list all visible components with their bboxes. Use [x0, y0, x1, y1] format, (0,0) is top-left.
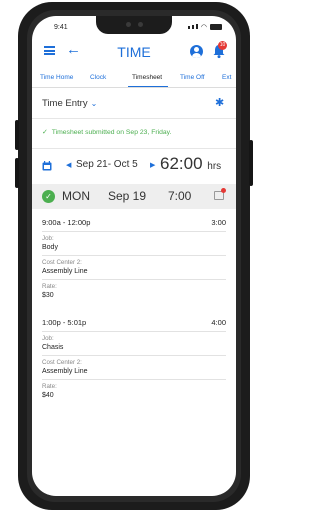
app-header: ← TIME 10 [32, 40, 236, 64]
page-title: TIME [117, 44, 151, 60]
phone-notch [96, 16, 172, 34]
divider [42, 355, 226, 356]
tab-time-home[interactable]: Time Home [40, 74, 73, 81]
section-title-label: Time Entry [42, 98, 88, 109]
tab-extra[interactable]: Ext [222, 74, 231, 81]
cost-center-value: Assembly Line [42, 368, 88, 375]
cost-center-label: Cost Center 2: [42, 259, 82, 266]
pay-period-row: ◀ Sep 21- Oct 5 ▶ 62:00 hrs [32, 150, 236, 182]
notice-text: Timesheet submitted on Sep 23, Friday. [51, 129, 172, 136]
day-date: Sep 19 [108, 189, 147, 203]
submitted-notice: ✓ Timesheet submitted on Sep 23, Friday. [42, 128, 171, 136]
rate-label: Rate: [42, 383, 57, 390]
tab-bar: Time Home Clock Timesheet Time Off Ext [32, 68, 236, 88]
battery-icon [210, 24, 222, 30]
signal-icon [187, 23, 198, 31]
check-icon: ✓ [42, 190, 55, 203]
divider [42, 255, 226, 256]
divider [42, 231, 226, 232]
divider [42, 331, 226, 332]
check-icon: ✓ [42, 129, 48, 136]
entry-hours: 3:00 [211, 218, 226, 227]
entry-time-range: 9:00a - 12:00p [42, 218, 91, 227]
tab-timesheet[interactable]: Timesheet [132, 74, 162, 81]
chevron-down-icon: ⌄ [90, 99, 98, 108]
entry-time-range: 1:00p - 5:01p [42, 318, 87, 327]
rate-value: $40 [42, 392, 54, 399]
camera-dot [126, 22, 131, 27]
entry-hours: 4:00 [211, 318, 226, 327]
next-period-button[interactable]: ▶ [150, 161, 155, 169]
notification-badge: 10 [218, 41, 227, 50]
day-header[interactable]: ✓ MON Sep 19 7:00 [32, 184, 236, 209]
divider [42, 379, 226, 380]
time-entry[interactable]: 9:00a - 12:00p 3:00 Job: Body Cost Cente… [42, 218, 226, 320]
tab-clock[interactable]: Clock [90, 74, 106, 81]
day-total: 7:00 [168, 189, 192, 203]
divider [32, 148, 236, 149]
tab-time-off[interactable]: Time Off [180, 74, 205, 81]
phone-power-button [249, 140, 253, 186]
divider [42, 279, 226, 280]
comment-indicator [221, 188, 226, 193]
status-time: 9:41 [54, 24, 68, 31]
active-tab-indicator [128, 86, 168, 87]
phone-side-button [15, 158, 19, 188]
rate-value: $30 [42, 292, 54, 299]
divider [32, 118, 236, 119]
cost-center-value: Assembly Line [42, 268, 88, 275]
day-name: MON [62, 189, 90, 203]
time-entry[interactable]: 1:00p - 5:01p 4:00 Job: Chasis Cost Cent… [42, 318, 226, 420]
period-range: Sep 21- Oct 5 [76, 159, 138, 170]
cost-center-label: Cost Center 2: [42, 359, 82, 366]
job-value: Body [42, 244, 58, 251]
calendar-icon[interactable] [42, 161, 52, 171]
rate-label: Rate: [42, 283, 57, 290]
wifi-icon: ◠ [200, 24, 207, 31]
user-icon[interactable] [190, 45, 203, 58]
phone-side-button [15, 120, 19, 150]
job-label: Job: [42, 235, 54, 242]
previous-period-button[interactable]: ◀ [66, 161, 71, 169]
period-total-value: 62:00 [160, 154, 203, 173]
phone-screen: 9:41 ◠ ← TIME 10 Time Home Clock Timeshe… [32, 16, 236, 496]
job-label: Job: [42, 335, 54, 342]
time-entry-dropdown[interactable]: Time Entry ⌄ [42, 98, 97, 109]
sensor-dot [138, 22, 143, 27]
job-value: Chasis [42, 344, 64, 351]
period-total-unit: hrs [207, 161, 222, 172]
gear-icon[interactable]: ✱ [215, 96, 224, 109]
status-icons: ◠ [187, 23, 222, 31]
period-total: 62:00 hrs [160, 154, 221, 174]
